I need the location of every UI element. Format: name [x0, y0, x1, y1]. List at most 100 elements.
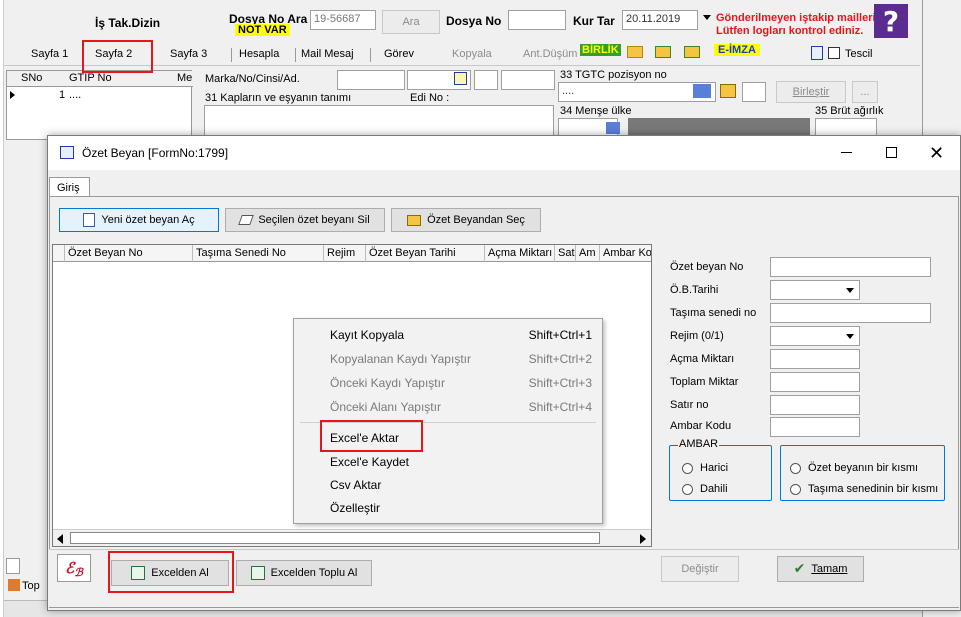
tab-hesapla[interactable]: Hesapla: [239, 48, 279, 60]
marka-input-4[interactable]: [501, 70, 555, 90]
menu-item-kayit-kopyala[interactable]: Kayıt Kopyala Shift+Ctrl+1: [330, 328, 592, 342]
ozet-beyandan-sec-button[interactable]: Özet Beyandan Seç: [391, 208, 541, 232]
tab-kopyala[interactable]: Kopyala: [452, 48, 492, 60]
degistir-button[interactable]: Değiştir: [661, 556, 739, 582]
menu-item-label: Önceki Kaydı Yapıştır: [330, 376, 445, 390]
birlik-button[interactable]: BİRLİK: [580, 44, 621, 56]
not-var-badge: NOT VAR: [235, 24, 290, 36]
menu-item-shortcut: Shift+Ctrl+4: [528, 400, 592, 414]
harici-label[interactable]: Harici: [700, 462, 728, 474]
edit-note-icon[interactable]: [454, 72, 467, 85]
scroll-right-arrow-icon[interactable]: [640, 534, 646, 544]
menu-item-kopyalanan-kaydi-yapistir[interactable]: Kopyalanan Kaydı Yapıştır Shift+Ctrl+2: [330, 352, 592, 366]
minimize-icon[interactable]: [841, 152, 852, 153]
maximize-icon[interactable]: [886, 147, 897, 158]
ara-button[interactable]: Ara: [382, 10, 440, 34]
kaplar-label: 31 Kapların ve eşyanın tanımı: [205, 92, 352, 104]
gtc-aux-input[interactable]: [742, 82, 766, 102]
grid-horizontal-scrollbar[interactable]: [53, 529, 651, 546]
date-dropdown-icon[interactable]: [703, 15, 711, 20]
col-ambar-kodu[interactable]: Ambar Ko: [600, 245, 651, 262]
grid-header: Özet Beyan No Taşıma Senedi No Rejim Öze…: [53, 245, 651, 262]
dahili-label[interactable]: Dahili: [700, 483, 728, 495]
gtc-picker-icon[interactable]: [693, 84, 711, 98]
ozet-beyan-kismi-label[interactable]: Özet beyanın bir kısmı: [808, 462, 918, 474]
tasima-senedi-kismi-label[interactable]: Taşıma senedinin bir kısmı: [808, 483, 938, 495]
tab-giris-label: Giriş: [57, 182, 80, 194]
excelden-al-button[interactable]: Excelden Al: [111, 560, 229, 586]
tab-giris[interactable]: Giriş: [49, 177, 90, 197]
tab-sayfa-2[interactable]: Sayfa 2: [95, 48, 132, 60]
yeni-ozet-beyan-button[interactable]: Yeni özet beyan Aç: [59, 208, 219, 232]
col-rejim[interactable]: Rejim: [324, 245, 366, 262]
ozet-beyan-no-input[interactable]: [770, 257, 931, 277]
grid-col-gtip: GTIP No: [69, 72, 112, 84]
ozet-beyan-kismi-radio[interactable]: [790, 463, 801, 474]
menu-item-ozellestir[interactable]: Özelleştir: [330, 501, 592, 515]
box-icon[interactable]: [720, 84, 736, 98]
marka-input-3[interactable]: [474, 70, 498, 90]
menu-item-excele-aktar[interactable]: Excel'e Aktar: [330, 431, 592, 445]
col-tasima-senedi-no[interactable]: Taşıma Senedi No: [193, 245, 324, 262]
tab-sayfa-1[interactable]: Sayfa 1: [31, 48, 68, 60]
menu-item-csv-aktar[interactable]: Csv Aktar: [330, 478, 592, 492]
scroll-left-icon[interactable]: [6, 558, 20, 574]
tab-gorev[interactable]: Görev: [384, 48, 414, 60]
toplam-miktar-input[interactable]: [770, 372, 860, 392]
kur-tar-date-input[interactable]: 20.11.2019: [622, 10, 698, 30]
item-grid[interactable]: SNo GTIP No Me 1 ....: [6, 70, 193, 140]
top-label: Top: [22, 580, 40, 592]
tamam-button[interactable]: ✔ Tamam: [777, 556, 864, 582]
e-imza-button[interactable]: E-İMZA: [714, 44, 760, 56]
dosya-no-input[interactable]: [508, 10, 566, 30]
scroll-thumb[interactable]: [70, 532, 600, 544]
tab-ant-dusum[interactable]: Ant.Düşüm: [523, 48, 577, 60]
tab-separator: [231, 48, 232, 62]
col-ambar[interactable]: Am: [576, 245, 600, 262]
col-acma-miktari[interactable]: Açma Miktarı: [485, 245, 555, 262]
dosya-search-input[interactable]: 19-56687: [310, 10, 376, 30]
ozet-beyan-no-label: Özet beyan No: [670, 261, 744, 273]
acma-miktari-input[interactable]: [770, 349, 860, 369]
dialog-title: Özet Beyan [FormNo:1799]: [82, 146, 229, 160]
tescil-checkbox[interactable]: [828, 47, 840, 59]
is-tak-dizin-label[interactable]: İş Tak.Dizin: [95, 16, 160, 30]
sil-ozet-beyan-button[interactable]: Seçilen özet beyanı Sil: [225, 208, 385, 232]
kaplar-textarea[interactable]: [204, 105, 554, 139]
menu-item-onceki-kaydi-yapistir[interactable]: Önceki Kaydı Yapıştır Shift+Ctrl+3: [330, 376, 592, 390]
tab-sayfa-3[interactable]: Sayfa 3: [170, 48, 207, 60]
satir-no-input[interactable]: [770, 395, 860, 415]
harici-radio[interactable]: [682, 463, 693, 474]
close-icon[interactable]: ✕: [929, 143, 944, 164]
folder-open-icon[interactable]: [627, 46, 643, 58]
col-satir[interactable]: Sat: [555, 245, 576, 262]
col-ozet-beyan-tarihi[interactable]: Özet Beyan Tarihi: [366, 245, 485, 262]
dahili-radio[interactable]: [682, 484, 693, 495]
mense-picker-icon[interactable]: [606, 122, 620, 134]
dialog-app-icon: [60, 146, 74, 159]
marka-input-1[interactable]: [337, 70, 405, 90]
col-ozet-beyan-no[interactable]: Özet Beyan No: [65, 245, 193, 262]
scroll-left-arrow-icon[interactable]: [57, 534, 63, 544]
document-icon[interactable]: [811, 46, 823, 60]
excelden-toplu-al-button[interactable]: Excelden Toplu Al: [236, 560, 372, 586]
tasima-senedi-no-input[interactable]: [770, 303, 931, 323]
tab-mail-mesaj[interactable]: Mail Mesaj: [301, 48, 354, 60]
birlestir-button[interactable]: Birleştir: [776, 81, 846, 103]
ob-tarihi-dropdown-icon[interactable]: [846, 288, 854, 293]
eb-logo[interactable]: ℰℬ: [57, 554, 91, 582]
new-document-icon: [83, 213, 96, 227]
more-button[interactable]: ...: [852, 81, 878, 103]
menu-item-excele-kaydet[interactable]: Excel'e Kaydet: [330, 455, 592, 469]
ambar-group-label: AMBAR: [678, 438, 720, 450]
menu-item-label: Kopyalanan Kaydı Yapıştır: [330, 352, 471, 366]
menu-item-onceki-alani-yapistir[interactable]: Önceki Alanı Yapıştır Shift+Ctrl+4: [330, 400, 592, 414]
folder-up-icon[interactable]: [655, 46, 671, 58]
rejim-dropdown-icon[interactable]: [846, 334, 854, 339]
folder-export-icon[interactable]: [684, 46, 700, 58]
help-icon[interactable]: ?: [874, 4, 908, 38]
ambar-kodu-input[interactable]: [770, 417, 860, 437]
acma-miktari-label: Açma Miktarı: [670, 353, 735, 365]
dialog-title-bar[interactable]: Özet Beyan [FormNo:1799] ✕: [48, 136, 960, 170]
tasima-senedi-kismi-radio[interactable]: [790, 484, 801, 495]
